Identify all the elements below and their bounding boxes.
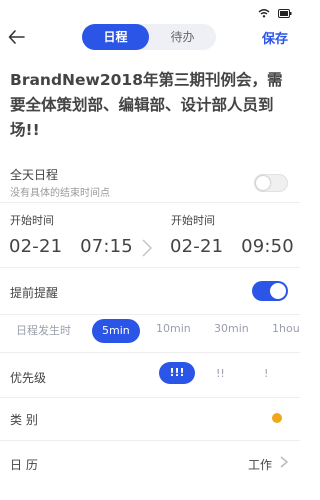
all-day-row: 全天日程 没有具体的结束时间点 — [0, 160, 300, 203]
reminder-row: 提前提醒 — [0, 268, 300, 315]
back-arrow-icon — [8, 30, 25, 44]
reminder-option-selected[interactable]: 5min — [92, 319, 140, 343]
reminder-toggle[interactable] — [252, 281, 288, 301]
reminder-options: 日程发生时 5min 10min 30min 1hou — [0, 318, 300, 348]
end-time-label: 开始时间 — [171, 214, 215, 227]
save-button[interactable]: 保存 — [262, 28, 288, 47]
status-bar — [0, 0, 300, 18]
event-title[interactable]: BrandNew2018年第三期刊例会，需要全体策划部、编辑部、设计部人员到场!… — [10, 68, 292, 143]
category-color-dot — [272, 413, 282, 423]
category-row[interactable]: 类 别 — [0, 398, 300, 441]
priority-option[interactable]: ! — [264, 367, 268, 380]
battery-icon — [278, 3, 292, 22]
top-bar: 日程 待办 保存 — [0, 22, 300, 52]
priority-option[interactable]: !! — [216, 367, 225, 380]
tab-schedule[interactable]: 日程 — [82, 24, 149, 50]
tab-todo[interactable]: 待办 — [149, 24, 216, 50]
mode-switcher: 日程 待办 — [82, 24, 216, 50]
chevron-right-icon — [278, 454, 290, 470]
calendar-label: 日 历 — [10, 458, 38, 472]
priority-option-selected[interactable]: !!! — [159, 362, 195, 384]
reminder-option[interactable]: 日程发生时 — [16, 322, 71, 338]
calendar-value: 工作 — [247, 458, 272, 472]
all-day-hint: 没有具体的结束时间点 — [10, 188, 110, 199]
category-label: 类 别 — [10, 413, 38, 427]
reminder-option[interactable]: 1hou — [272, 322, 300, 335]
priority-row: 优先级 — [0, 352, 300, 398]
all-day-label: 全天日程 — [10, 168, 59, 182]
start-time-label: 开始时间 — [10, 214, 54, 227]
priority-label: 优先级 — [10, 371, 47, 385]
reminder-option[interactable]: 30min — [214, 322, 249, 335]
reminder-option[interactable]: 10min — [156, 322, 191, 335]
back-button[interactable] — [6, 26, 28, 48]
end-time-value[interactable]: 02-21 09:50 — [170, 236, 294, 257]
chevron-right-icon — [141, 238, 153, 262]
start-time-value[interactable]: 02-21 07:15 — [9, 236, 133, 257]
reminder-label: 提前提醒 — [10, 286, 59, 300]
wifi-icon — [258, 3, 270, 22]
all-day-toggle[interactable] — [254, 174, 288, 192]
